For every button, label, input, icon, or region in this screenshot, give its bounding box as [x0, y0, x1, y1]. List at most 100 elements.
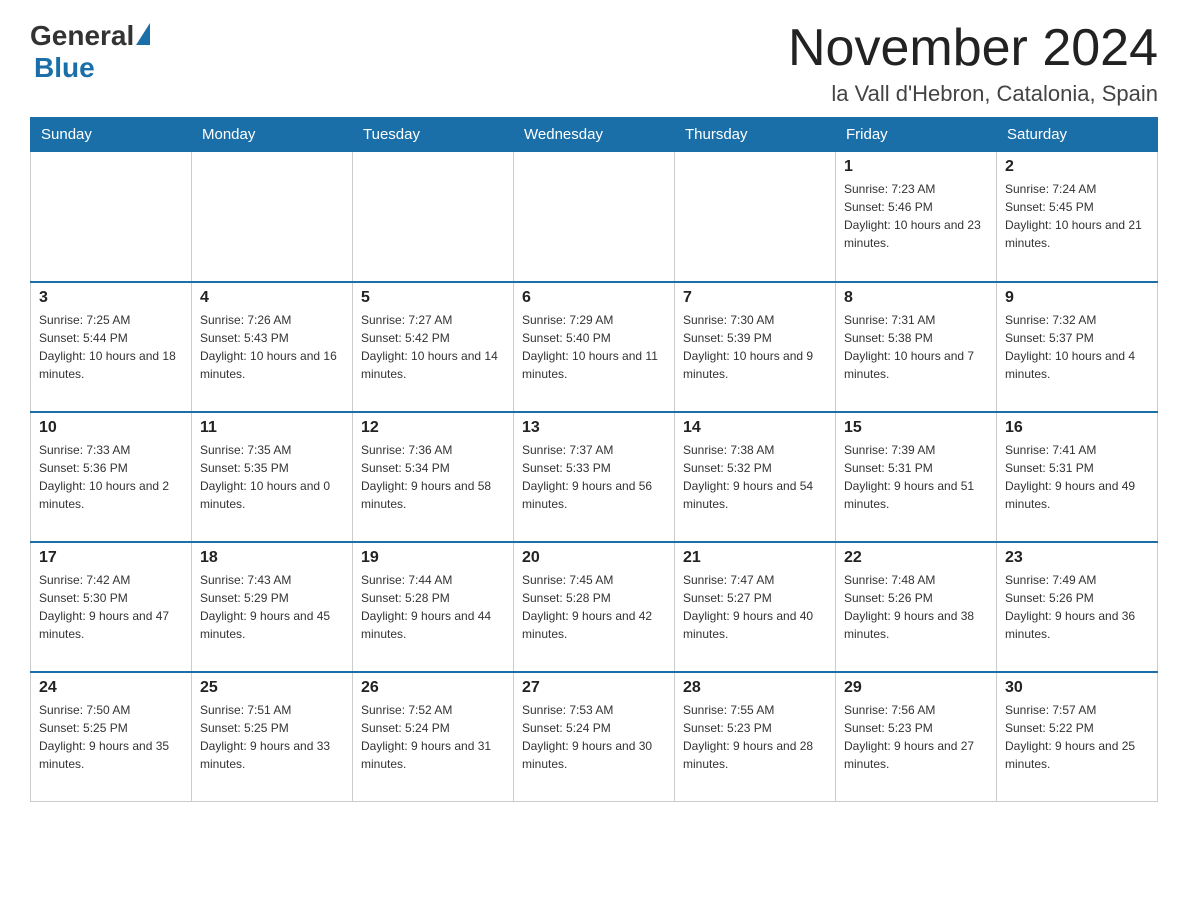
- title-section: November 2024 la Vall d'Hebron, Cataloni…: [788, 20, 1158, 107]
- day-number: 30: [1005, 679, 1149, 697]
- calendar-cell: 12Sunrise: 7:36 AMSunset: 5:34 PMDayligh…: [353, 412, 514, 542]
- calendar-cell: 17 Sunrise: 7:42 AMSunset: 5:30 PMDayligh…: [31, 542, 192, 672]
- day-info: Sunrise: 7:36 AMSunset: 5:34 PMDaylight:…: [361, 441, 505, 513]
- day-info: Sunrise: 7:26 AMSunset: 5:43 PMDaylight:…: [200, 311, 344, 383]
- calendar-cell: 26 Sunrise: 7:52 AMSunset: 5:24 PMDayligh…: [353, 672, 514, 802]
- calendar-cell: 5 Sunrise: 7:27 AMSunset: 5:42 PMDaylight…: [353, 282, 514, 412]
- calendar-cell: [31, 152, 192, 282]
- calendar-cell: 24 Sunrise: 7:50 AMSunset: 5:25 PMDayligh…: [31, 672, 192, 802]
- day-info: Sunrise: 7:49 AMSunset: 5:26 PMDaylight:…: [1005, 571, 1149, 643]
- day-number: 26: [361, 679, 505, 697]
- day-info: Sunrise: 7:47 AMSunset: 5:27 PMDaylight:…: [683, 571, 827, 643]
- column-header-friday: Friday: [836, 118, 997, 152]
- day-number: 22: [844, 549, 988, 567]
- calendar-cell: 22 Sunrise: 7:48 AMSunset: 5:26 PMDayligh…: [836, 542, 997, 672]
- day-number: 17: [39, 549, 183, 567]
- day-info: Sunrise: 7:37 AMSunset: 5:33 PMDaylight:…: [522, 441, 666, 513]
- calendar-week-row: 3Sunrise: 7:25 AMSunset: 5:44 PMDaylight…: [31, 282, 1158, 412]
- day-info: Sunrise: 7:52 AMSunset: 5:24 PMDaylight:…: [361, 701, 505, 773]
- calendar-table: SundayMondayTuesdayWednesdayThursdayFrid…: [30, 117, 1158, 802]
- day-number: 19: [361, 549, 505, 567]
- column-header-saturday: Saturday: [997, 118, 1158, 152]
- day-number: 25: [200, 679, 344, 697]
- day-info: Sunrise: 7:56 AMSunset: 5:23 PMDaylight:…: [844, 701, 988, 773]
- calendar-cell: 2 Sunrise: 7:24 AMSunset: 5:45 PMDaylight…: [997, 152, 1158, 282]
- location-subtitle: la Vall d'Hebron, Catalonia, Spain: [788, 81, 1158, 107]
- calendar-cell: 25 Sunrise: 7:51 AMSunset: 5:25 PMDayligh…: [192, 672, 353, 802]
- calendar-header-row: SundayMondayTuesdayWednesdayThursdayFrid…: [31, 118, 1158, 152]
- calendar-cell: 11 Sunrise: 7:35 AMSunset: 5:35 PMDayligh…: [192, 412, 353, 542]
- day-info: Sunrise: 7:35 AMSunset: 5:35 PMDaylight:…: [200, 441, 344, 513]
- day-info: Sunrise: 7:42 AMSunset: 5:30 PMDaylight:…: [39, 571, 183, 643]
- calendar-cell: 4 Sunrise: 7:26 AMSunset: 5:43 PMDaylight…: [192, 282, 353, 412]
- day-info: Sunrise: 7:32 AMSunset: 5:37 PMDaylight:…: [1005, 311, 1149, 383]
- logo-blue-text: Blue: [34, 52, 95, 84]
- calendar-cell: 19 Sunrise: 7:44 AMSunset: 5:28 PMDayligh…: [353, 542, 514, 672]
- day-info: Sunrise: 7:43 AMSunset: 5:29 PMDaylight:…: [200, 571, 344, 643]
- day-number: 18: [200, 549, 344, 567]
- day-number: 27: [522, 679, 666, 697]
- day-number: 8: [844, 289, 988, 307]
- calendar-cell: [353, 152, 514, 282]
- day-info: Sunrise: 7:27 AMSunset: 5:42 PMDaylight:…: [361, 311, 505, 383]
- calendar-cell: 9 Sunrise: 7:32 AMSunset: 5:37 PMDaylight…: [997, 282, 1158, 412]
- day-number: 7: [683, 289, 827, 307]
- calendar-cell: 28 Sunrise: 7:55 AMSunset: 5:23 PMDayligh…: [675, 672, 836, 802]
- calendar-cell: 30 Sunrise: 7:57 AMSunset: 5:22 PMDayligh…: [997, 672, 1158, 802]
- day-number: 4: [200, 289, 344, 307]
- day-info: Sunrise: 7:44 AMSunset: 5:28 PMDaylight:…: [361, 571, 505, 643]
- calendar-cell: 23Sunrise: 7:49 AMSunset: 5:26 PMDayligh…: [997, 542, 1158, 672]
- day-info: Sunrise: 7:33 AMSunset: 5:36 PMDaylight:…: [39, 441, 183, 513]
- day-number: 24: [39, 679, 183, 697]
- day-info: Sunrise: 7:23 AMSunset: 5:46 PMDaylight:…: [844, 180, 988, 252]
- day-info: Sunrise: 7:45 AMSunset: 5:28 PMDaylight:…: [522, 571, 666, 643]
- day-number: 14: [683, 419, 827, 437]
- calendar-cell: 18 Sunrise: 7:43 AMSunset: 5:29 PMDayligh…: [192, 542, 353, 672]
- logo-general-text: General: [30, 20, 134, 52]
- calendar-cell: 21Sunrise: 7:47 AMSunset: 5:27 PMDayligh…: [675, 542, 836, 672]
- day-info: Sunrise: 7:48 AMSunset: 5:26 PMDaylight:…: [844, 571, 988, 643]
- day-number: 2: [1005, 158, 1149, 176]
- month-title: November 2024: [788, 20, 1158, 77]
- day-number: 20: [522, 549, 666, 567]
- day-number: 13: [522, 419, 666, 437]
- calendar-week-row: 17 Sunrise: 7:42 AMSunset: 5:30 PMDayligh…: [31, 542, 1158, 672]
- calendar-cell: 13 Sunrise: 7:37 AMSunset: 5:33 PMDayligh…: [514, 412, 675, 542]
- day-number: 10: [39, 419, 183, 437]
- column-header-tuesday: Tuesday: [353, 118, 514, 152]
- day-number: 5: [361, 289, 505, 307]
- column-header-wednesday: Wednesday: [514, 118, 675, 152]
- day-number: 28: [683, 679, 827, 697]
- day-number: 3: [39, 289, 183, 307]
- day-info: Sunrise: 7:55 AMSunset: 5:23 PMDaylight:…: [683, 701, 827, 773]
- calendar-week-row: 24 Sunrise: 7:50 AMSunset: 5:25 PMDayligh…: [31, 672, 1158, 802]
- column-header-thursday: Thursday: [675, 118, 836, 152]
- calendar-cell: 10 Sunrise: 7:33 AMSunset: 5:36 PMDayligh…: [31, 412, 192, 542]
- calendar-cell: [514, 152, 675, 282]
- page-header: General Blue November 2024 la Vall d'Heb…: [30, 20, 1158, 107]
- day-number: 15: [844, 419, 988, 437]
- day-info: Sunrise: 7:24 AMSunset: 5:45 PMDaylight:…: [1005, 180, 1149, 252]
- day-info: Sunrise: 7:39 AMSunset: 5:31 PMDaylight:…: [844, 441, 988, 513]
- day-number: 16: [1005, 419, 1149, 437]
- calendar-cell: 27 Sunrise: 7:53 AMSunset: 5:24 PMDayligh…: [514, 672, 675, 802]
- day-info: Sunrise: 7:30 AMSunset: 5:39 PMDaylight:…: [683, 311, 827, 383]
- day-info: Sunrise: 7:51 AMSunset: 5:25 PMDaylight:…: [200, 701, 344, 773]
- calendar-cell: 29 Sunrise: 7:56 AMSunset: 5:23 PMDayligh…: [836, 672, 997, 802]
- column-header-monday: Monday: [192, 118, 353, 152]
- day-number: 9: [1005, 289, 1149, 307]
- day-info: Sunrise: 7:57 AMSunset: 5:22 PMDaylight:…: [1005, 701, 1149, 773]
- day-info: Sunrise: 7:53 AMSunset: 5:24 PMDaylight:…: [522, 701, 666, 773]
- day-info: Sunrise: 7:50 AMSunset: 5:25 PMDaylight:…: [39, 701, 183, 773]
- calendar-cell: 7 Sunrise: 7:30 AMSunset: 5:39 PMDaylight…: [675, 282, 836, 412]
- day-number: 29: [844, 679, 988, 697]
- calendar-cell: 15 Sunrise: 7:39 AMSunset: 5:31 PMDayligh…: [836, 412, 997, 542]
- day-number: 11: [200, 419, 344, 437]
- calendar-week-row: 10 Sunrise: 7:33 AMSunset: 5:36 PMDayligh…: [31, 412, 1158, 542]
- calendar-cell: 20 Sunrise: 7:45 AMSunset: 5:28 PMDayligh…: [514, 542, 675, 672]
- logo-triangle-icon: [136, 23, 150, 45]
- logo: General Blue: [30, 20, 150, 84]
- calendar-cell: 8Sunrise: 7:31 AMSunset: 5:38 PMDaylight…: [836, 282, 997, 412]
- column-header-sunday: Sunday: [31, 118, 192, 152]
- day-info: Sunrise: 7:41 AMSunset: 5:31 PMDaylight:…: [1005, 441, 1149, 513]
